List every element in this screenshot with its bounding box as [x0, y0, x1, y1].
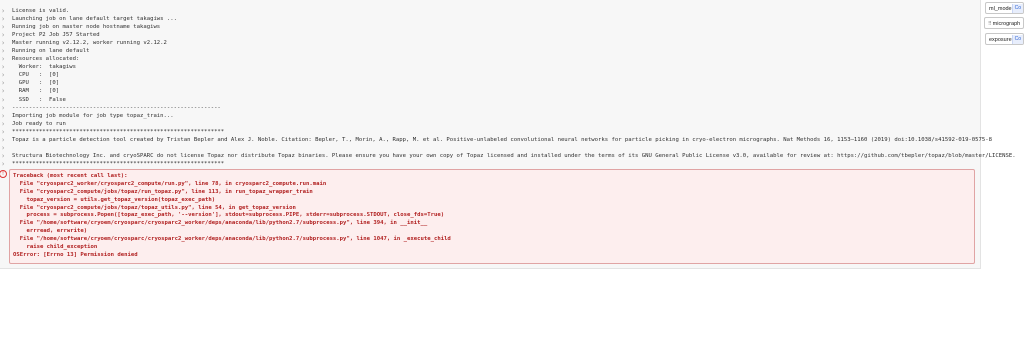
- log-line-text: CPU : [0]: [12, 72, 60, 79]
- chevron-right-icon[interactable]: ›: [1, 55, 5, 63]
- input-slot-micrograph[interactable]: ⠿micrograph: [984, 17, 1024, 29]
- log-line: › Project P2 Job J57 Started: [0, 31, 980, 39]
- log-line-text: ****************************************…: [12, 160, 225, 167]
- log-line-text: Job ready to run: [12, 120, 66, 127]
- chevron-right-icon[interactable]: ›: [1, 104, 5, 112]
- error-line: File "/home/software/cryoem/cryosparc/cr…: [13, 220, 428, 227]
- log-line-text: Running job on master node hostname taka…: [12, 24, 161, 31]
- input-slot-label: micrograph: [992, 21, 1021, 27]
- error-lines: Traceback (most recent call last): File …: [13, 173, 451, 260]
- chevron-right-icon[interactable]: ›: [1, 160, 5, 168]
- inputs-sidebar: ml_model Co ⠿micrograph exposure Co: [984, 0, 1024, 355]
- job-log-panel: › License is valid. › Launching job on lane…: [0, 0, 1016, 269]
- log-line: › Master running v2.12.2, worker running …: [0, 39, 980, 47]
- log-line: › ***************************************…: [0, 128, 980, 136]
- log-line-text: License is valid.: [12, 8, 70, 14]
- chevron-right-icon[interactable]: ›: [1, 7, 5, 15]
- log-line-text: Structura Biotechnology Inc. and cryoSPA…: [12, 152, 1016, 159]
- chevron-right-icon[interactable]: ›: [1, 96, 5, 104]
- chevron-right-icon[interactable]: ›: [1, 128, 5, 136]
- log-lines: › License is valid. › Launching job on lane…: [0, 7, 1016, 168]
- log-line: › Running job on master node hostname tak…: [0, 23, 980, 31]
- log-line-text: Launching job on lane default target tak…: [12, 16, 178, 23]
- log-line-text: Master running v2.12.2, worker running v…: [12, 40, 167, 47]
- log-line-text: SSD : False: [12, 96, 66, 103]
- error-line: errread, errwrite): [13, 228, 88, 235]
- log-line: › SSD : False: [0, 96, 980, 104]
- chevron-right-icon[interactable]: ›: [1, 120, 5, 128]
- log-line: › Importing job module for job type topaz…: [0, 112, 980, 120]
- chevron-right-icon[interactable]: ›: [1, 31, 5, 39]
- log-line: › Launching job on lane default target ta…: [0, 15, 980, 23]
- error-traceback-box: Traceback (most recent call last): File …: [9, 169, 975, 264]
- chevron-right-icon[interactable]: ›: [1, 112, 5, 120]
- chevron-right-icon[interactable]: ›: [1, 47, 5, 55]
- drag-handle-icon[interactable]: ⠿: [988, 21, 992, 27]
- error-line: raise child_exception: [13, 244, 98, 251]
- chevron-right-icon[interactable]: ›: [1, 39, 5, 47]
- log-line-text: Resources allocated:: [12, 56, 80, 63]
- input-slot-tag[interactable]: Co: [1011, 35, 1023, 44]
- log-line-text: Project P2 Job J57 Started: [12, 32, 100, 39]
- log-line-text: RAM : [0]: [12, 88, 60, 95]
- log-line: › Worker: takagiws: [0, 63, 980, 71]
- error-line: Traceback (most recent call last):: [13, 173, 128, 179]
- error-line: process = subprocess.Popen([topaz_exec_p…: [13, 212, 445, 219]
- log-line: › Topaz is a particle detection tool crea…: [0, 136, 992, 144]
- log-line: › CPU : [0]: [0, 71, 980, 79]
- input-slot-tag[interactable]: Co: [1011, 4, 1023, 13]
- error-line: File "cryosparc2_worker/cryosparc2_compu…: [13, 180, 327, 187]
- chevron-right-icon[interactable]: ›: [1, 63, 5, 71]
- chevron-right-icon[interactable]: ›: [1, 87, 5, 95]
- chevron-right-icon[interactable]: ›: [1, 23, 5, 31]
- input-slot-exposure[interactable]: exposure Co: [985, 33, 1024, 45]
- error-line: OSError: [Errno 13] Permission denied: [13, 251, 138, 258]
- error-line: File "cryosparc2_compute/jobs/topaz/topa…: [13, 204, 296, 211]
- log-line: › License is valid.: [0, 7, 980, 15]
- chevron-right-icon[interactable]: ›: [1, 144, 5, 152]
- chevron-right-icon[interactable]: ›: [1, 71, 5, 79]
- log-line-text: Topaz is a particle detection tool creat…: [12, 136, 993, 143]
- input-slot-label: exposure: [989, 37, 1012, 43]
- log-line: › Resources allocated:: [0, 55, 980, 63]
- error-line: topaz_version = utils.get_topaz_version(…: [13, 196, 216, 203]
- input-slot-label: ml_model: [989, 6, 1013, 12]
- log-line: › ***************************************…: [0, 160, 980, 168]
- error-icon: !: [0, 170, 7, 178]
- error-line: File "/home/software/cryoem/cryosparc/cr…: [13, 236, 451, 243]
- log-line-text: Running on lane default: [12, 48, 90, 55]
- log-line: › Running on lane default: [0, 47, 980, 55]
- chevron-right-icon[interactable]: ›: [1, 15, 5, 23]
- chevron-right-icon[interactable]: ›: [1, 152, 5, 160]
- log-line-text: GPU : [0]: [12, 80, 60, 87]
- chevron-right-icon[interactable]: ›: [1, 136, 5, 144]
- log-line-text: Importing job module for job type topaz_…: [12, 112, 174, 119]
- log-line: › GPU : [0]: [0, 79, 980, 87]
- log-line: › Structura Biotechnology Inc. and cryoSP…: [0, 152, 1016, 160]
- log-line: ›: [0, 144, 980, 152]
- log-line: › ---------------------------------------…: [0, 104, 980, 112]
- chevron-right-icon[interactable]: ›: [1, 79, 5, 87]
- log-line-text: ****************************************…: [12, 128, 225, 135]
- log-line: › Job ready to run: [0, 120, 980, 128]
- log-line-text: ----------------------------------------…: [12, 104, 221, 111]
- log-line: › RAM : [0]: [0, 87, 980, 95]
- log-line-text: Worker: takagiws: [12, 64, 76, 71]
- error-line: File "cryosparc2_compute/jobs/topaz/run_…: [13, 188, 313, 195]
- input-slot-ml-model[interactable]: ml_model Co: [985, 2, 1024, 14]
